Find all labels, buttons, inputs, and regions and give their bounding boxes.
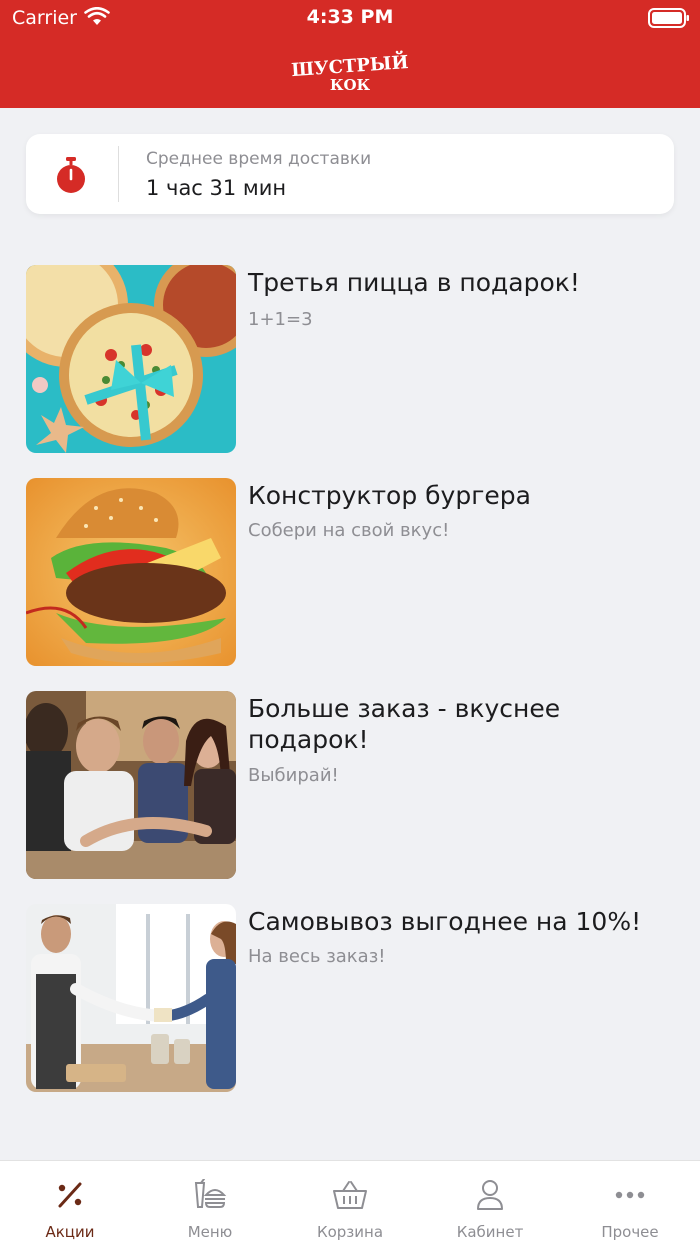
promo-title: Третья пицца в подарок! <box>248 268 580 297</box>
promo-title: Конструктор бургера <box>248 481 531 510</box>
delivery-time-label: Среднее время доставки <box>146 149 372 169</box>
promo-title: Самовывоз выгоднее на 10%! <box>248 907 642 936</box>
pickup-promo-image <box>26 904 236 1092</box>
tab-label: Прочее <box>601 1223 659 1241</box>
tab-promotions[interactable]: Акции <box>0 1161 140 1244</box>
tab-more[interactable]: Прочее <box>560 1161 700 1244</box>
tab-bar: Акции Меню Корзина Кабинет Прочее <box>0 1160 700 1244</box>
tab-cart[interactable]: Корзина <box>280 1161 420 1244</box>
svg-text:КОК: КОК <box>330 76 371 94</box>
promo-item[interactable]: Третья пицца в подарок! 1+1=3 <box>26 265 674 453</box>
percent-icon <box>58 1182 82 1208</box>
promo-item[interactable]: Самовывоз выгоднее на 10%! На весь заказ… <box>26 904 674 1092</box>
tab-label: Корзина <box>316 1223 384 1241</box>
burger-promo-image <box>26 478 236 666</box>
card-divider <box>118 146 119 202</box>
delivery-time-value: 1 час 31 мин <box>146 176 287 200</box>
app-header: Carrier 4:33 PM ШУСТРЫЙ КОК <box>0 0 700 108</box>
status-time: 4:33 PM <box>306 6 394 28</box>
promo-item[interactable]: Больше заказ - вкуснее подарок! Выбирай! <box>26 691 674 879</box>
pizza-promo-image <box>26 265 236 453</box>
tab-menu[interactable]: Меню <box>140 1161 280 1244</box>
tab-account[interactable]: Кабинет <box>420 1161 560 1244</box>
promo-subtitle: Выбирай! <box>248 765 339 786</box>
promo-item[interactable]: Конструктор бургера Собери на свой вкус! <box>26 478 674 666</box>
tab-label: Акции <box>45 1223 95 1241</box>
promo-subtitle: На весь заказ! <box>248 946 386 967</box>
tab-label: Кабинет <box>456 1223 524 1241</box>
menu-food-icon <box>194 1179 227 1208</box>
promo-title: Больше заказ - вкуснее подарок! <box>248 694 561 754</box>
battery-icon <box>648 8 689 28</box>
basket-icon <box>333 1181 367 1209</box>
more-icon <box>615 1191 645 1199</box>
tab-label: Меню <box>187 1223 233 1241</box>
promo-subtitle: Собери на свой вкус! <box>248 520 450 541</box>
status-bar: Carrier 4:33 PM <box>0 0 700 38</box>
promo-subtitle: 1+1=3 <box>248 309 313 330</box>
shustry-kok-logo: ШУСТРЫЙ КОК <box>290 50 409 94</box>
user-icon <box>477 1180 503 1210</box>
delivery-time-card: Среднее время доставки 1 час 31 мин <box>26 134 674 214</box>
stopwatch-icon <box>57 157 85 193</box>
friends-promo-image <box>26 691 236 879</box>
